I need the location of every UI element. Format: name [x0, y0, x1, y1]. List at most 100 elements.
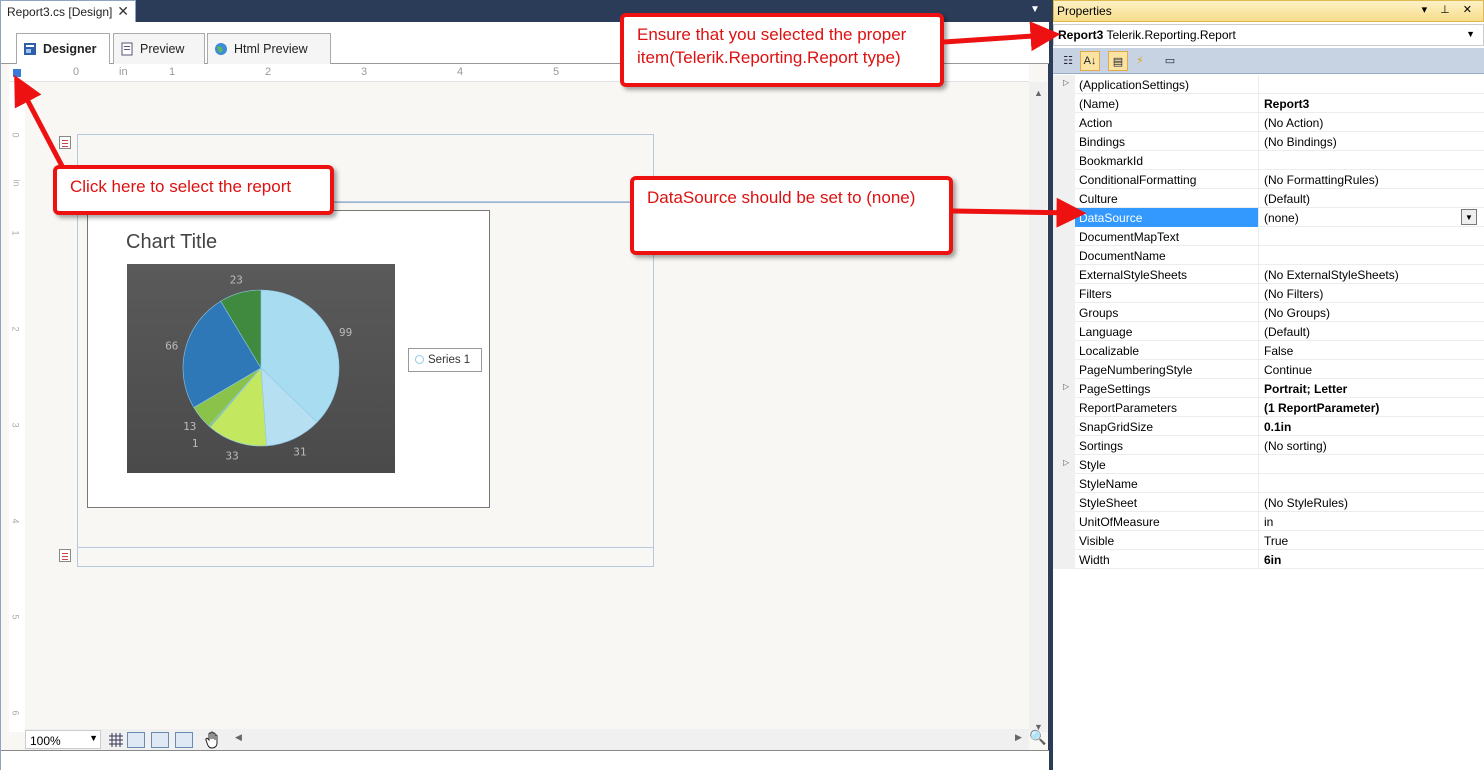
property-row[interactable]: DocumentName: [1053, 246, 1484, 265]
alphabetical-icon[interactable]: A↓: [1080, 51, 1100, 71]
property-row[interactable]: StyleSheet (No StyleRules): [1053, 493, 1484, 512]
property-value[interactable]: 6in: [1260, 550, 1484, 569]
property-value[interactable]: Portrait; Letter: [1260, 379, 1484, 398]
property-row[interactable]: (Name) Report3: [1053, 94, 1484, 113]
property-row[interactable]: Width 6in: [1053, 550, 1484, 569]
property-value[interactable]: (No FormattingRules): [1260, 170, 1484, 189]
property-value[interactable]: Report3: [1260, 94, 1484, 113]
dimensions-icon[interactable]: [175, 732, 193, 748]
document-list-dropdown-icon[interactable]: ▼: [1030, 4, 1040, 15]
property-row[interactable]: ▷ PageSettings Portrait; Letter: [1053, 379, 1484, 398]
pie-data-label: 66: [165, 339, 178, 352]
zoom-select[interactable]: 100% ▼: [25, 730, 101, 749]
property-name: Style: [1075, 455, 1259, 474]
report-footer-section[interactable]: [77, 547, 654, 567]
expand-icon[interactable]: ▷: [1063, 78, 1069, 87]
property-value[interactable]: False: [1260, 341, 1484, 360]
document-tab[interactable]: Report3.cs [Design] ✕: [0, 0, 136, 22]
property-value[interactable]: (No Bindings): [1260, 132, 1484, 151]
property-row[interactable]: StyleName: [1053, 474, 1484, 493]
property-value[interactable]: (No Filters): [1260, 284, 1484, 303]
property-row[interactable]: ReportParameters (1 ReportParameter): [1053, 398, 1484, 417]
callout-select-report-text: Click here to select the report: [70, 177, 292, 196]
tab-html-preview[interactable]: Html Preview: [207, 33, 331, 64]
vertical-scrollbar[interactable]: ▲ ▼: [1029, 82, 1047, 732]
property-value[interactable]: (No sorting): [1260, 436, 1484, 455]
property-row[interactable]: ConditionalFormatting (No FormattingRules…: [1053, 170, 1484, 189]
property-value[interactable]: [1260, 455, 1484, 474]
panel-window-buttons[interactable]: ▾ ⊥ ✕: [1422, 3, 1477, 16]
property-row[interactable]: UnitOfMeasure in: [1053, 512, 1484, 531]
expand-icon[interactable]: ▷: [1063, 458, 1069, 467]
property-value[interactable]: (Default): [1260, 189, 1484, 208]
property-value[interactable]: (none) ▼: [1260, 208, 1484, 227]
zoom-magnifier-icon[interactable]: 🔍: [1029, 729, 1047, 751]
property-value[interactable]: [1260, 75, 1484, 94]
events-icon[interactable]: ⚡: [1130, 51, 1150, 71]
property-row[interactable]: DocumentMapText: [1053, 227, 1484, 246]
selected-object-type: Telerik.Reporting.Report: [1106, 28, 1236, 42]
property-value[interactable]: [1260, 474, 1484, 493]
hand-tool-icon[interactable]: [205, 731, 221, 749]
property-row[interactable]: Filters (No Filters): [1053, 284, 1484, 303]
chart-item[interactable]: Chart Title 99 31 33 1 13 66 23 Series 1: [87, 210, 490, 508]
property-row[interactable]: Language (Default): [1053, 322, 1484, 341]
row-gutter: [1053, 208, 1075, 227]
property-row[interactable]: Culture (Default): [1053, 189, 1484, 208]
property-row[interactable]: ExternalStyleSheets (No ExternalStyleShee…: [1053, 265, 1484, 284]
property-value[interactable]: (No ExternalStyleSheets): [1260, 265, 1484, 284]
property-row[interactable]: ▷ (ApplicationSettings): [1053, 75, 1484, 94]
property-row[interactable]: ▷ Style: [1053, 455, 1484, 474]
property-value[interactable]: [1260, 151, 1484, 170]
property-row[interactable]: Sortings (No sorting): [1053, 436, 1484, 455]
property-value[interactable]: [1260, 246, 1484, 265]
row-gutter: [1053, 132, 1075, 151]
properties-icon[interactable]: ▤: [1108, 51, 1128, 71]
property-value[interactable]: in: [1260, 512, 1484, 531]
property-value-text: (No ExternalStyleSheets): [1264, 268, 1399, 282]
property-row[interactable]: Action (No Action): [1053, 113, 1484, 132]
property-name: (Name): [1075, 94, 1259, 113]
object-selector[interactable]: Report3 Telerik.Reporting.Report ▼: [1053, 24, 1484, 46]
property-pages-icon[interactable]: ▭: [1160, 51, 1180, 71]
property-value[interactable]: (Default): [1260, 322, 1484, 341]
legend-marker-icon: [415, 355, 424, 364]
property-row[interactable]: DataSource (none) ▼: [1053, 208, 1484, 227]
property-value[interactable]: 0.1in: [1260, 417, 1484, 436]
tab-preview[interactable]: Preview: [113, 33, 205, 64]
close-icon[interactable]: ✕: [117, 3, 129, 20]
property-row[interactable]: Localizable False: [1053, 341, 1484, 360]
property-value[interactable]: True: [1260, 531, 1484, 550]
property-row[interactable]: Groups (No Groups): [1053, 303, 1484, 322]
scroll-right-icon[interactable]: ▶: [1015, 732, 1022, 743]
property-row[interactable]: BookmarkId: [1053, 151, 1484, 170]
expand-icon[interactable]: ▷: [1063, 382, 1069, 391]
property-row[interactable]: Bindings (No Bindings): [1053, 132, 1484, 151]
snap-to-lines-icon[interactable]: [151, 732, 169, 748]
property-value[interactable]: Continue: [1260, 360, 1484, 379]
property-value[interactable]: (No StyleRules): [1260, 493, 1484, 512]
report-selector-handle[interactable]: [13, 69, 21, 77]
row-gutter: [1053, 436, 1075, 455]
scroll-left-icon[interactable]: ◀: [235, 732, 242, 743]
property-row[interactable]: PageNumberingStyle Continue: [1053, 360, 1484, 379]
property-value-text: 6in: [1264, 553, 1282, 567]
chart-title: Chart Title: [126, 231, 218, 253]
ruler-mark: 4: [10, 518, 21, 524]
dropdown-button[interactable]: ▼: [1461, 209, 1477, 225]
property-value[interactable]: (No Groups): [1260, 303, 1484, 322]
property-row[interactable]: Visible True: [1053, 531, 1484, 550]
property-value[interactable]: [1260, 227, 1484, 246]
grid-icon[interactable]: [109, 733, 123, 747]
property-value[interactable]: (No Action): [1260, 113, 1484, 132]
snap-to-grid-icon[interactable]: [127, 732, 145, 748]
property-value[interactable]: (1 ReportParameter): [1260, 398, 1484, 417]
row-gutter: [1053, 417, 1075, 436]
row-gutter: [1053, 531, 1075, 550]
categorized-icon[interactable]: ☷: [1058, 51, 1078, 71]
tab-designer[interactable]: Designer: [16, 33, 110, 65]
property-value-text: Report3: [1264, 97, 1310, 111]
scroll-up-icon[interactable]: ▲: [1034, 88, 1043, 98]
property-row[interactable]: SnapGridSize 0.1in: [1053, 417, 1484, 436]
property-value-text: (No sorting): [1264, 439, 1327, 453]
